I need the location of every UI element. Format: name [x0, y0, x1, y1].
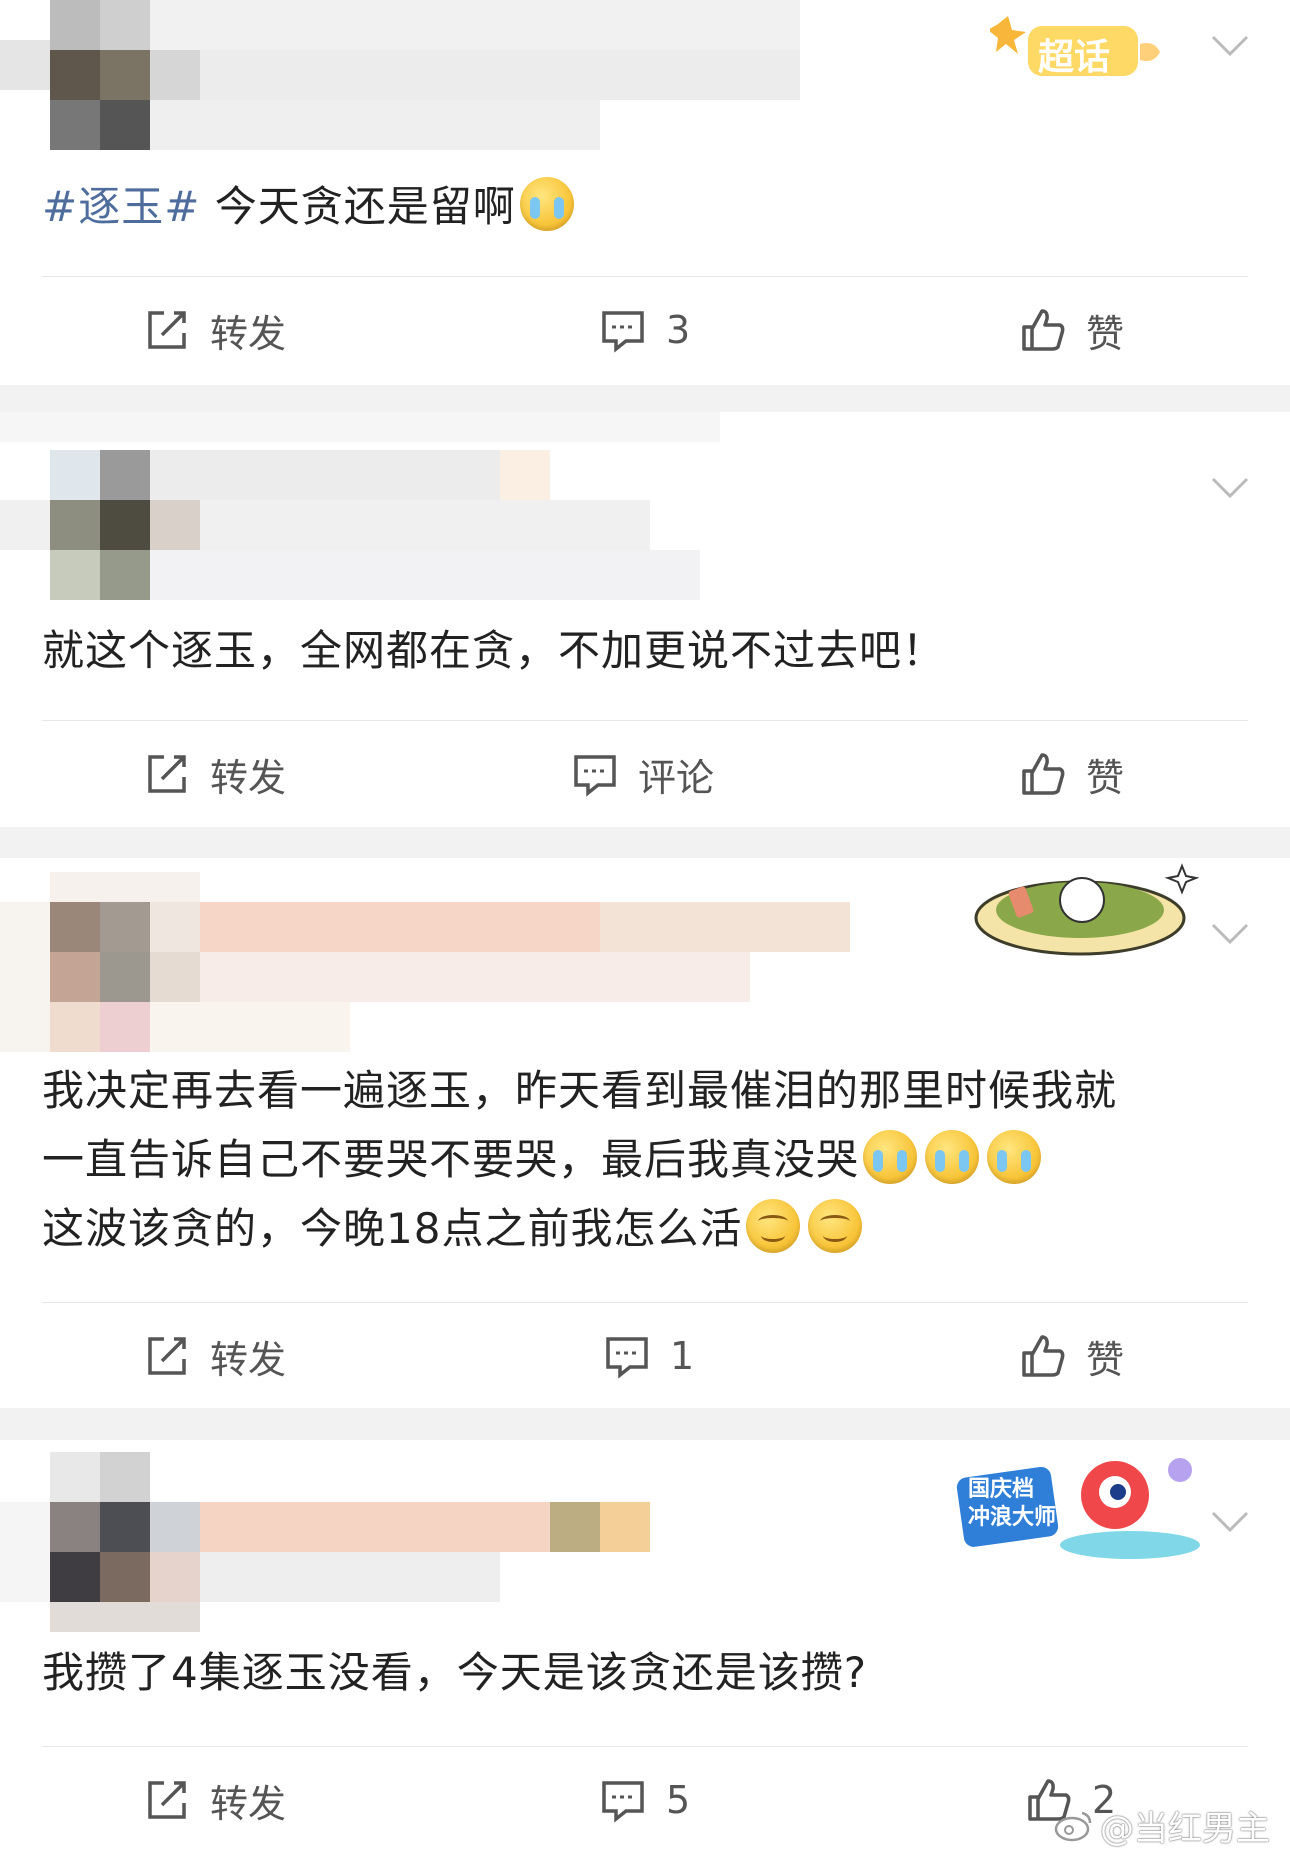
chevron-down-icon[interactable]	[1210, 1510, 1250, 1534]
holiday-surfer-label: 国庆档 冲浪大师	[968, 1477, 1057, 1530]
comment-label: 评论	[638, 755, 715, 800]
comment-button[interactable]: 评论	[572, 726, 714, 822]
watermark-text: @当红男主	[1100, 1809, 1270, 1849]
post-body: 我攒了4集逐玉没看，今天是该贪还是该攒?	[42, 1648, 868, 1697]
comment-icon	[602, 311, 644, 353]
like-label: 赞	[1086, 755, 1125, 800]
cry-emoji-icon	[925, 1130, 980, 1184]
post-line-3: 这波该贪的，今晚18点之前我怎么活	[42, 1194, 1252, 1263]
like-button[interactable]: 赞	[1020, 282, 1124, 378]
comment-icon	[606, 1337, 648, 1379]
cry-emoji-icon	[987, 1130, 1042, 1184]
thumbs-up-icon	[1022, 309, 1065, 351]
post-text: 我攒了4集逐玉没看，今天是该贪还是该攒?	[42, 1638, 1252, 1707]
action-bar: 转发 评论 赞	[0, 726, 1290, 822]
smile-emoji-icon	[808, 1199, 863, 1253]
post-3: 我决定再去看一遍逐玉，昨天看到最催泪的那里时候我就 一直告诉自己不要哭不要哭，最…	[0, 858, 1290, 1408]
divider	[42, 1746, 1248, 1747]
like-button[interactable]: 赞	[1020, 726, 1124, 822]
repost-icon	[148, 755, 186, 793]
repost-button[interactable]: 转发	[144, 1308, 286, 1404]
divider	[42, 276, 1248, 277]
repost-button[interactable]: 转发	[144, 1752, 286, 1848]
thumbs-up-icon	[1022, 753, 1065, 795]
super-topic-badge[interactable]: 超话	[988, 14, 1165, 84]
repost-button[interactable]: 转发	[144, 282, 286, 378]
repost-icon	[148, 1781, 186, 1819]
comment-count: 3	[666, 308, 691, 352]
repost-label: 转发	[210, 1781, 287, 1826]
post-4: 国庆档 冲浪大师 我攒了4集逐玉没看，今天是该贪还是该攒? 转发 5 2	[0, 1440, 1290, 1860]
holiday-surfer-badge[interactable]: 国庆档 冲浪大师	[950, 1450, 1205, 1570]
divider	[42, 1302, 1248, 1303]
action-bar: 转发 3 赞	[0, 282, 1290, 378]
comment-icon	[602, 1781, 644, 1823]
repost-button[interactable]: 转发	[144, 726, 286, 822]
comment-count: 1	[670, 1334, 695, 1378]
smile-emoji-icon	[746, 1199, 801, 1253]
comment-button[interactable]: 5	[600, 1752, 690, 1848]
sticker-badge[interactable]	[972, 858, 1202, 958]
action-bar: 转发 1 赞	[0, 1308, 1290, 1404]
cry-emoji-icon	[863, 1130, 918, 1184]
repost-icon	[148, 1337, 186, 1375]
chevron-down-icon[interactable]	[1210, 476, 1250, 500]
like-label: 赞	[1086, 1337, 1125, 1382]
like-label: 赞	[1086, 311, 1125, 356]
thumbs-up-icon	[1022, 1335, 1065, 1377]
post-body: 今天贪还是留啊	[200, 182, 516, 231]
comment-button[interactable]: 3	[600, 282, 690, 378]
repost-icon	[148, 311, 186, 349]
cry-emoji-icon	[519, 177, 574, 231]
post-1: 超话 #逐玉# 今天贪还是留啊 转发 3 赞	[0, 0, 1290, 385]
comment-icon	[574, 755, 616, 797]
like-button[interactable]: 赞	[1020, 1308, 1124, 1404]
post-line-2: 一直告诉自己不要哭不要哭，最后我真没哭	[42, 1125, 1252, 1194]
chevron-down-icon[interactable]	[1210, 922, 1250, 946]
repost-label: 转发	[210, 311, 287, 356]
post-line-1: 我决定再去看一遍逐玉，昨天看到最催泪的那里时候我就	[42, 1066, 1118, 1115]
repost-label: 转发	[210, 755, 287, 800]
post-2: 就这个逐玉，全网都在贪，不加更说不过去吧！ 转发 评论 赞	[0, 412, 1290, 827]
divider	[42, 720, 1248, 721]
comment-button[interactable]: 1	[604, 1308, 694, 1404]
comment-count: 5	[666, 1778, 691, 1822]
post-body: 就这个逐玉，全网都在贪，不加更说不过去吧！	[42, 626, 946, 675]
super-topic-label: 超话	[1038, 37, 1111, 78]
topic-link[interactable]: #逐玉#	[42, 182, 200, 231]
post-text: #逐玉# 今天贪还是留啊	[42, 172, 1252, 241]
repost-label: 转发	[210, 1337, 287, 1382]
post-text: 就这个逐玉，全网都在贪，不加更说不过去吧！	[42, 616, 1252, 685]
chevron-down-icon[interactable]	[1210, 34, 1250, 58]
watermark: @当红男主	[1054, 1801, 1270, 1850]
weibo-logo-icon	[1054, 1811, 1092, 1841]
post-text: 我决定再去看一遍逐玉，昨天看到最催泪的那里时候我就 一直告诉自己不要哭不要哭，最…	[42, 1056, 1252, 1263]
